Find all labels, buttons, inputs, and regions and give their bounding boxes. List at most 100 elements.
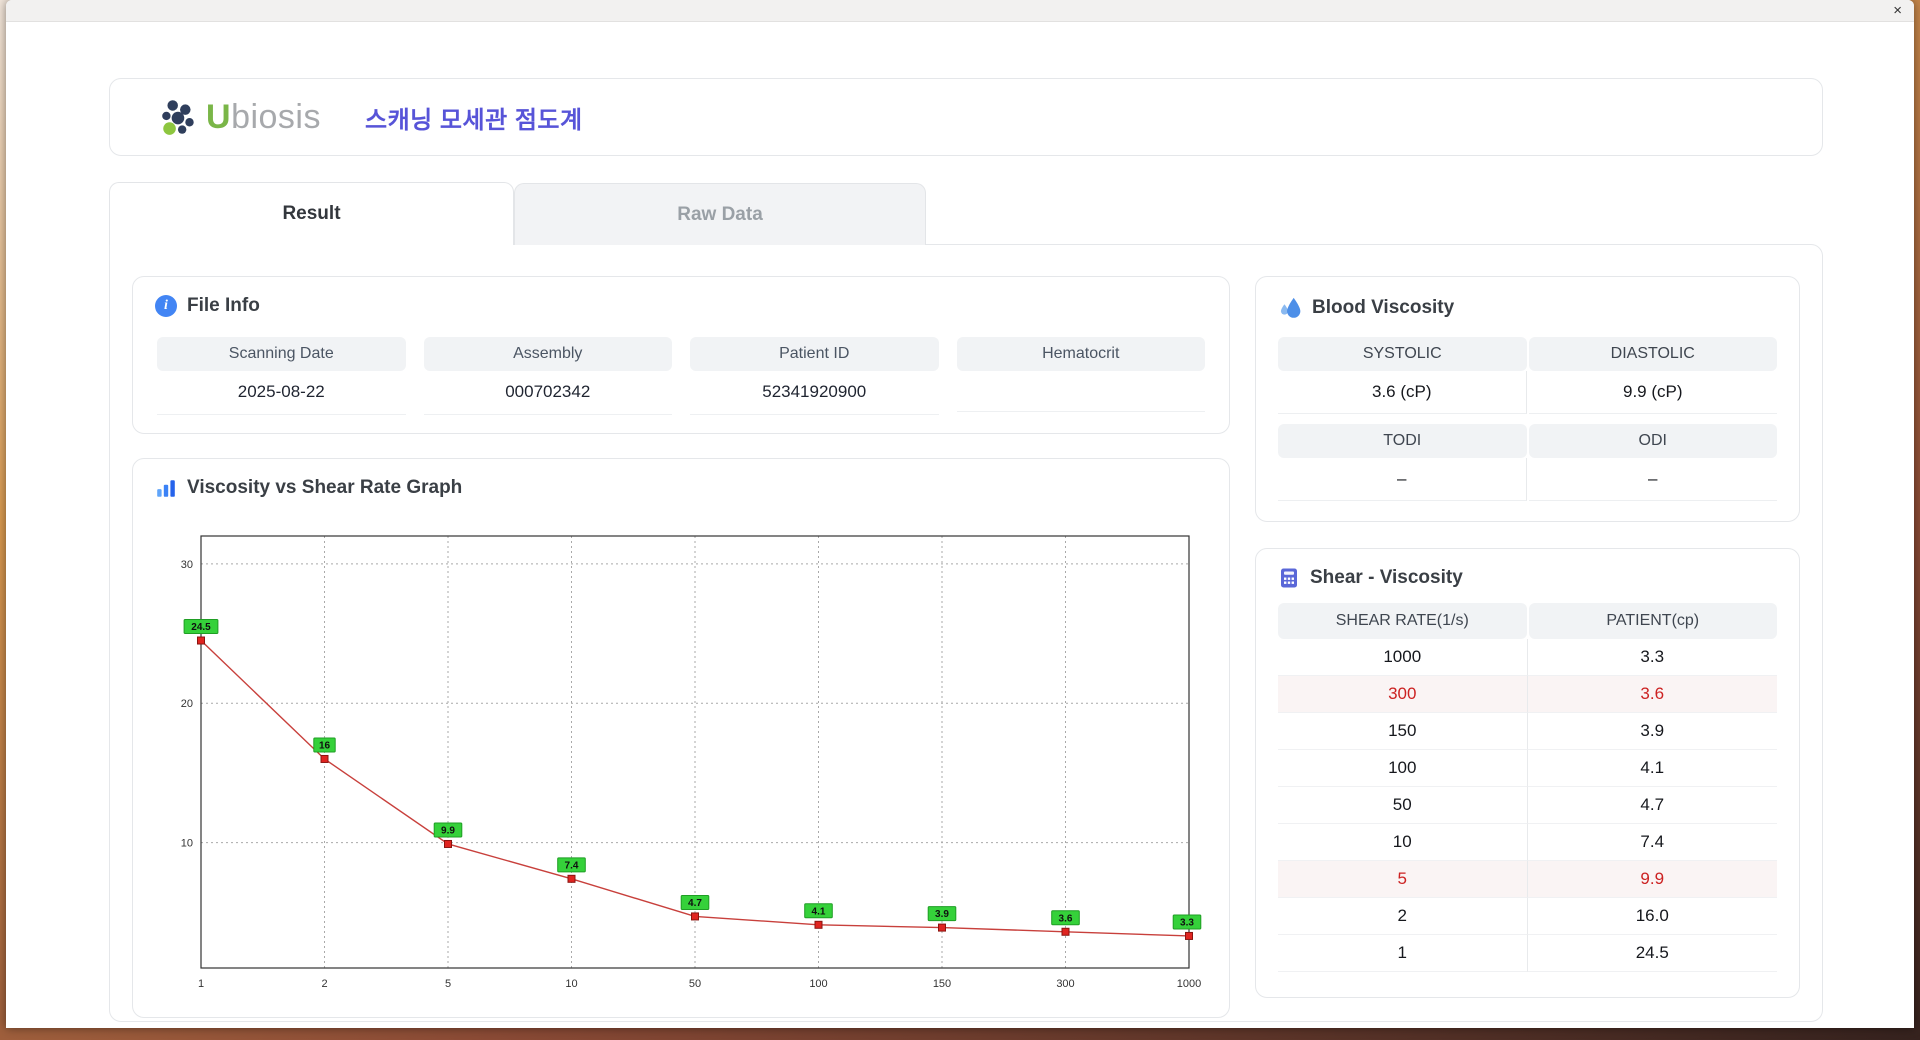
svg-text:7.4: 7.4 — [565, 860, 579, 871]
table-row: 5 9.9 — [1278, 861, 1777, 898]
file-info-card: i File Info Scanning Date 2025-08-22 Asse… — [132, 276, 1230, 434]
blood-viscosity-title: Blood Viscosity — [1312, 297, 1455, 318]
svg-text:3.3: 3.3 — [1180, 917, 1194, 928]
table-row: 10 7.4 — [1278, 824, 1777, 861]
svg-text:150: 150 — [933, 978, 951, 990]
shear-viscosity-title: Shear - Viscosity — [1310, 567, 1463, 588]
field-label: Assembly — [423, 337, 672, 371]
cell-shear-rate: 1000 — [1278, 639, 1528, 676]
ubiosis-logo: Ubiosis — [158, 96, 321, 138]
column-header: SHEAR RATE(1/s) — [1278, 603, 1527, 639]
svg-text:3.9: 3.9 — [935, 909, 949, 920]
cell-patient: 4.7 — [1527, 787, 1777, 824]
tab-raw-data[interactable]: Raw Data — [514, 183, 926, 245]
svg-text:24.5: 24.5 — [191, 622, 211, 633]
svg-text:9.9: 9.9 — [441, 825, 455, 836]
tab-result[interactable]: Result — [109, 182, 514, 245]
bv-header-row: SYSTOLIC DIASTOLIC — [1278, 337, 1777, 371]
table-row: 2 16.0 — [1278, 898, 1777, 935]
cell-shear-rate: 50 — [1278, 787, 1528, 824]
viscosity-chart: 10 20 30 24.5 16 9.9 7.4 4.7 4.1 3.9 3.6 3.3 1 2 5 10 50… — [181, 535, 1202, 990]
bv-header-row: TODI ODI — [1278, 424, 1777, 458]
bv-value-row: 3.6 (cP) 9.9 (cP) — [1278, 371, 1777, 414]
cell-patient: 4.1 — [1527, 750, 1777, 787]
app-header-card: Ubiosis 스캐닝 모세관 점도계 — [109, 78, 1823, 156]
water-drop-icon — [1280, 297, 1301, 318]
cell-patient: 24.5 — [1527, 935, 1777, 972]
field-value — [956, 371, 1205, 412]
svg-text:5: 5 — [445, 978, 451, 990]
table-row: 1000 3.3 — [1278, 639, 1777, 676]
svg-text:4.1: 4.1 — [812, 906, 826, 917]
blood-viscosity-table: SYSTOLIC DIASTOLIC 3.6 (cP) 9.9 (cP) TODI ODI… — [1256, 321, 1799, 501]
cell-patient: 3.9 — [1527, 713, 1777, 750]
bv-value: – — [1528, 458, 1777, 501]
shear-viscosity-table: SHEAR RATE(1/s) PATIENT(cp) 1000 3.3 300 3… — [1278, 603, 1777, 972]
table-row: 150 3.9 — [1278, 713, 1777, 750]
bv-column-header: TODI — [1278, 424, 1527, 458]
page-title: 스캐닝 모세관 점도계 — [365, 106, 583, 134]
table-row: 50 4.7 — [1278, 787, 1777, 824]
file-info-field: Scanning Date 2025-08-22 — [157, 337, 406, 415]
shear-viscosity-header: Shear - Viscosity — [1256, 549, 1799, 589]
svg-text:4.7: 4.7 — [688, 898, 702, 909]
graph-title: Viscosity vs Shear Rate Graph — [187, 477, 463, 498]
svg-text:30: 30 — [181, 559, 193, 571]
bar-chart-icon — [157, 480, 175, 497]
svg-text:20: 20 — [181, 698, 193, 710]
calculator-icon — [1281, 568, 1297, 588]
file-info-field: Patient ID 52341920900 — [690, 337, 939, 415]
shear-table-header-row: SHEAR RATE(1/s) PATIENT(cp) — [1278, 603, 1777, 639]
window-titlebar: × — [6, 0, 1914, 22]
graph-header: Viscosity vs Shear Rate Graph — [133, 459, 1229, 499]
svg-text:10: 10 — [565, 978, 577, 990]
cell-patient: 16.0 — [1527, 898, 1777, 935]
cell-shear-rate: 5 — [1278, 861, 1528, 898]
cell-shear-rate: 10 — [1278, 824, 1528, 861]
cell-patient: 7.4 — [1527, 824, 1777, 861]
file-info-field: Assembly 000702342 — [423, 337, 672, 415]
bv-value: 3.6 (cP) — [1278, 371, 1527, 414]
field-label: Scanning Date — [157, 337, 406, 371]
table-row: 100 4.1 — [1278, 750, 1777, 787]
bv-column-header: SYSTOLIC — [1278, 337, 1527, 371]
svg-text:10: 10 — [181, 838, 193, 850]
bv-column-header: ODI — [1528, 424, 1777, 458]
svg-text:1000: 1000 — [1177, 978, 1201, 990]
svg-text:50: 50 — [689, 978, 701, 990]
cell-patient: 3.6 — [1527, 676, 1777, 713]
svg-text:100: 100 — [809, 978, 827, 990]
field-label: Hematocrit — [956, 337, 1205, 371]
svg-text:2: 2 — [321, 978, 327, 990]
field-label: Patient ID — [690, 337, 939, 371]
column-header: PATIENT(cp) — [1528, 603, 1777, 639]
svg-text:300: 300 — [1056, 978, 1074, 990]
bv-value: 9.9 (cP) — [1528, 371, 1777, 414]
cell-shear-rate: 2 — [1278, 898, 1528, 935]
cell-shear-rate: 1 — [1278, 935, 1528, 972]
field-value: 000702342 — [423, 371, 672, 415]
cell-shear-rate: 300 — [1278, 676, 1528, 713]
logo-text: Ubiosis — [206, 97, 321, 136]
file-info-fields: Scanning Date 2025-08-22 Assembly 0007023… — [133, 317, 1229, 415]
table-row: 300 3.6 — [1278, 676, 1777, 713]
bv-value-row: – – — [1278, 458, 1777, 501]
svg-text:1: 1 — [198, 978, 204, 990]
file-info-header: i File Info — [133, 277, 1229, 317]
bv-value: – — [1278, 458, 1527, 501]
cell-shear-rate: 100 — [1278, 750, 1528, 787]
app-window: × Ubiosis 스캐닝 모세관 점도계 Result Raw Data i … — [6, 0, 1914, 1028]
shear-table-rows: 1000 3.3 300 3.6 150 3.9 100 4.1 50 4.7 10 7.… — [1278, 639, 1777, 972]
svg-text:16: 16 — [319, 740, 331, 751]
window-close-icon[interactable]: × — [1893, 1, 1902, 21]
file-info-field: Hematocrit — [956, 337, 1205, 415]
cell-patient: 3.3 — [1527, 639, 1777, 676]
svg-text:3.6: 3.6 — [1059, 913, 1073, 924]
cell-patient: 9.9 — [1527, 861, 1777, 898]
file-info-title: File Info — [187, 295, 260, 316]
field-value: 52341920900 — [690, 371, 939, 415]
ubiosis-dots-logo-icon — [162, 100, 194, 135]
blood-viscosity-card: Blood Viscosity SYSTOLIC DIASTOLIC 3.6 (cP… — [1255, 276, 1800, 522]
info-icon: i — [155, 295, 177, 317]
field-value: 2025-08-22 — [157, 371, 406, 415]
